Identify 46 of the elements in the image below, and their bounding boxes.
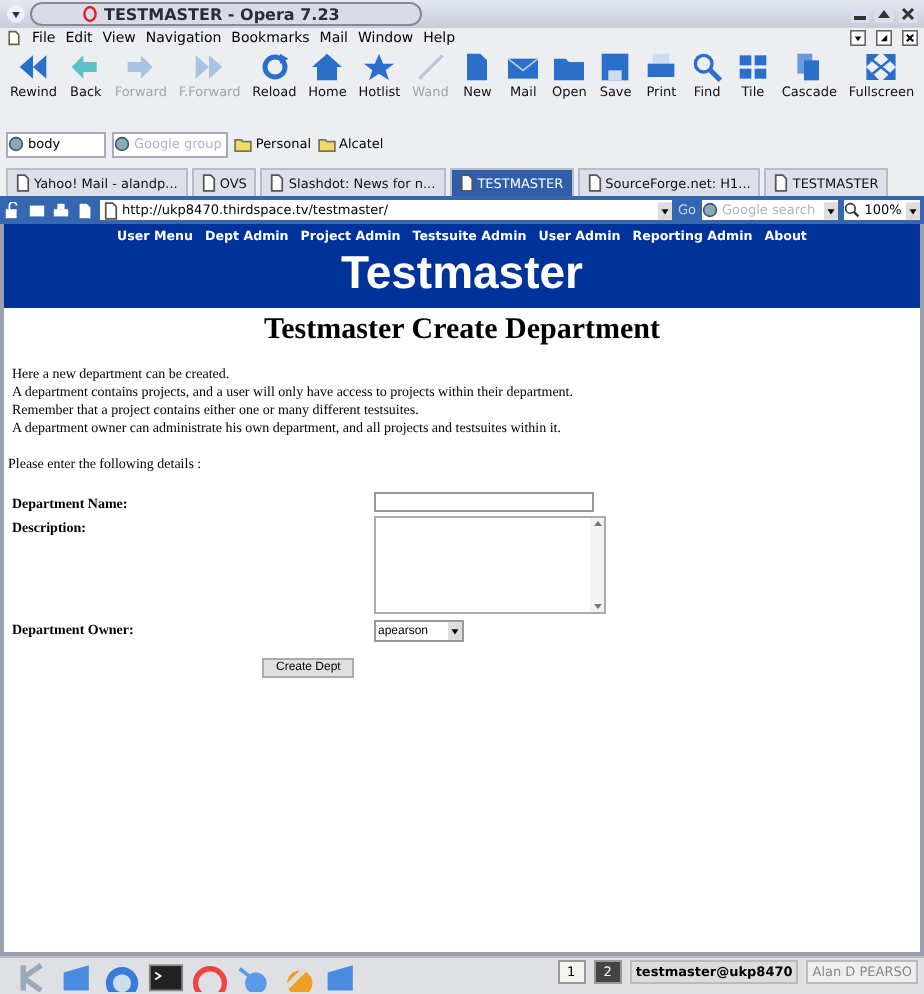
forward-arrow-icon [123,52,158,82]
wand-icon [413,52,448,82]
input-field[interactable] [374,492,594,512]
page-icon [16,174,30,192]
reload-icon [257,52,292,82]
search-icon [690,52,725,82]
star-icon [362,52,397,82]
card-icon[interactable] [28,201,46,219]
fast-forward-icon [192,52,227,82]
document-icon[interactable] [76,201,94,219]
page-heading: Testmaster Create Department [262,314,662,348]
dropdown-icon [906,201,920,219]
dropdown-icon [448,622,462,640]
scroll-up-icon[interactable] [591,518,603,530]
site-title: Testmaster [340,246,584,298]
maximize-icon[interactable] [874,4,894,24]
scrollbar[interactable] [590,518,604,612]
printer-icon [644,52,679,82]
tile-icon [735,52,770,82]
page-icon [201,174,216,192]
floppy-icon [598,52,633,82]
magnifier-icon [844,202,860,218]
page-icon [459,174,474,192]
page-icon [270,174,285,192]
close-icon[interactable] [902,30,918,46]
envelope-icon [506,52,541,82]
lock-icon[interactable] [4,201,22,219]
opera-logo-icon [82,6,98,22]
dropdown-icon [824,201,838,219]
caret-icon[interactable] [850,30,866,46]
printer-icon[interactable] [52,201,70,219]
rewind-icon [16,52,51,82]
scroll-down-icon[interactable] [591,600,603,612]
menu-icon[interactable] [6,4,26,24]
restore-icon[interactable] [876,30,892,46]
fullscreen-icon [864,52,899,82]
house-icon [310,52,345,82]
page-icon [774,174,789,192]
back-arrow-icon [68,52,103,82]
page-icon [587,174,602,192]
page-icon [104,201,118,219]
dropdown-icon [657,201,672,219]
close-icon[interactable] [898,4,918,24]
window-title: TESTMASTER - Opera 7.23 [104,5,340,23]
minimize-icon[interactable] [850,4,870,24]
terminal-icon[interactable] [148,960,184,992]
